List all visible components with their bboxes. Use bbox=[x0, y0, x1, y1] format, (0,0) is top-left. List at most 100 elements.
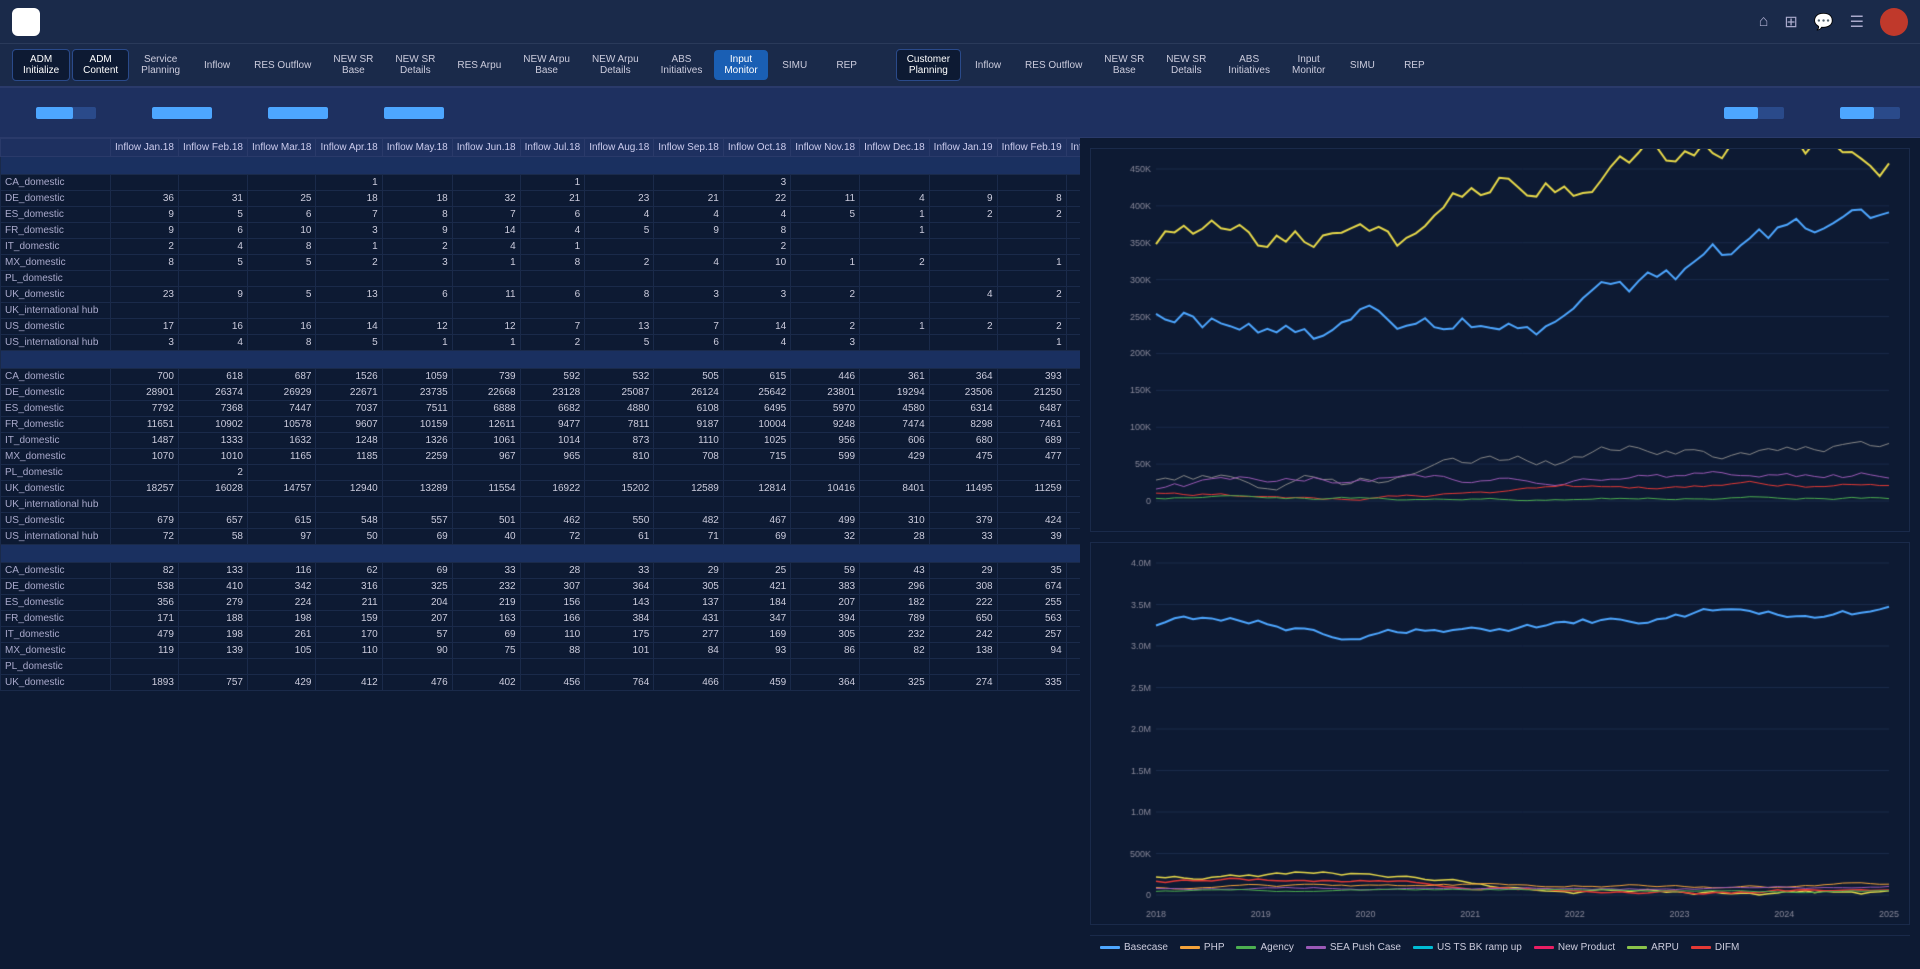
cell-value: 2 bbox=[860, 255, 930, 271]
cell-value: 16 bbox=[178, 319, 247, 335]
nav-abs-initiatives-right[interactable]: ABSInitiatives bbox=[1218, 50, 1280, 80]
nav-input-monitor-right[interactable]: InputMonitor bbox=[1282, 50, 1335, 80]
nav-adm-initialize[interactable]: ADMInitialize bbox=[12, 49, 70, 81]
cell-value: 4 bbox=[585, 207, 654, 223]
legend-label: Agency bbox=[1260, 942, 1293, 953]
status-cc bbox=[368, 107, 444, 119]
cell-value bbox=[316, 303, 382, 319]
legend-color bbox=[1100, 946, 1120, 949]
cell-value bbox=[382, 465, 452, 481]
cell-value: 204 bbox=[382, 595, 452, 611]
cell-value: 12589 bbox=[654, 481, 724, 497]
nav-rep[interactable]: REP bbox=[822, 56, 872, 75]
cell-value: 689 bbox=[997, 433, 1066, 449]
cell-value bbox=[997, 303, 1066, 319]
nav-new-sr-details-right[interactable]: NEW SRDetails bbox=[1156, 50, 1216, 80]
cell-value bbox=[520, 659, 585, 675]
cell-value: 2 bbox=[520, 335, 585, 351]
group-header-row: - PU2 : Cloud VPS bbox=[1, 545, 1081, 563]
table-row: CA_domestic82133116626933283329255943293… bbox=[1, 563, 1081, 579]
table-section[interactable]: Inflow Jan.18Inflow Feb.18Inflow Mar.18I… bbox=[0, 138, 1080, 969]
row-label: ES_domestic bbox=[1, 595, 111, 611]
nav-service-planning[interactable]: ServicePlanning bbox=[131, 50, 190, 80]
cell-value: 170 bbox=[316, 627, 382, 643]
cell-value: 13 bbox=[585, 319, 654, 335]
cell-value: 35 bbox=[997, 563, 1066, 579]
col-header-inflowmar18: Inflow Mar.18 bbox=[247, 139, 315, 157]
cell-value: 255 bbox=[997, 595, 1066, 611]
cell-value: 10 bbox=[247, 223, 315, 239]
cell-value: 207 bbox=[791, 595, 860, 611]
cell-value: 1025 bbox=[723, 433, 790, 449]
cell-value bbox=[452, 175, 520, 191]
cell-value: 477 bbox=[997, 449, 1066, 465]
nav-res-outflow[interactable]: RES Outflow bbox=[244, 56, 321, 75]
nav-inflow-right[interactable]: Inflow bbox=[963, 56, 1013, 75]
cell-value: 84 bbox=[654, 643, 724, 659]
cell-value: 1 bbox=[997, 255, 1066, 271]
cell-value: 4 bbox=[723, 207, 790, 223]
table-row: FR_domestic11651109021057896071015912611… bbox=[1, 417, 1081, 433]
nav-adm-content[interactable]: ADMContent bbox=[72, 49, 129, 81]
cell-value: 5970 bbox=[791, 401, 860, 417]
cell-value bbox=[247, 271, 315, 287]
home-icon[interactable]: ⌂ bbox=[1759, 13, 1769, 31]
cell-value: 5 bbox=[247, 287, 315, 303]
cell-value: 11 bbox=[791, 191, 860, 207]
cell-value: 1333 bbox=[178, 433, 247, 449]
cell-value: 6 bbox=[382, 287, 452, 303]
cell-value: 25642 bbox=[723, 385, 790, 401]
cell-value: 462 bbox=[520, 513, 585, 529]
grid-icon[interactable]: ⊞ bbox=[1784, 12, 1797, 32]
cell-value: 14 bbox=[723, 319, 790, 335]
col-header-inflowsep18: Inflow Sep.18 bbox=[654, 139, 724, 157]
cell-value bbox=[382, 271, 452, 287]
row-label: DE_domestic bbox=[1, 385, 111, 401]
nav-simu[interactable]: SIMU bbox=[770, 56, 820, 75]
menu-icon[interactable]: ☰ bbox=[1850, 12, 1864, 32]
nav-input-monitor[interactable]: InputMonitor bbox=[714, 50, 767, 80]
cell-value bbox=[585, 303, 654, 319]
table-row: UK_international hub bbox=[1, 497, 1081, 513]
col-header-inflowoct18: Inflow Oct.18 bbox=[723, 139, 790, 157]
table-row: DE_domestic53841034231632523230736430542… bbox=[1, 579, 1081, 595]
nav-simu-right[interactable]: SIMU bbox=[1337, 56, 1387, 75]
nav-customer-planning[interactable]: CustomerPlanning bbox=[896, 49, 961, 81]
cell-value: 305 bbox=[791, 627, 860, 643]
cell-value: 410 bbox=[178, 579, 247, 595]
nav-new-sr-details[interactable]: NEW SRDetails bbox=[385, 50, 445, 80]
chat-icon[interactable]: 💬 bbox=[1814, 12, 1834, 32]
cell-value bbox=[654, 175, 724, 191]
table-row: FR_domestic17118819815920716316638443134… bbox=[1, 611, 1081, 627]
cell-value: 739 bbox=[452, 369, 520, 385]
col-header-inflowdec18: Inflow Dec.18 bbox=[860, 139, 930, 157]
cell-value: 8 bbox=[723, 223, 790, 239]
legend-item: Agency bbox=[1236, 942, 1293, 953]
cell-value: 1141 bbox=[1066, 579, 1080, 595]
cell-value bbox=[1066, 303, 1080, 319]
nav-rep-right[interactable]: REP bbox=[1389, 56, 1439, 75]
nav-new-sr-base-right[interactable]: NEW SRBase bbox=[1094, 50, 1154, 80]
cell-value: 75 bbox=[452, 643, 520, 659]
cell-value: 25 bbox=[247, 191, 315, 207]
nav-inflow[interactable]: Inflow bbox=[192, 56, 242, 75]
legend-item: ARPU bbox=[1627, 942, 1679, 953]
nav-res-outflow-right[interactable]: RES Outflow bbox=[1015, 56, 1092, 75]
cell-value: 700 bbox=[111, 369, 179, 385]
table-row: US_international hub3485112564311 bbox=[1, 335, 1081, 351]
nav-abs-initiatives[interactable]: ABSInitiatives bbox=[651, 50, 713, 80]
nav-new-arpu-details[interactable]: NEW ArpuDetails bbox=[582, 50, 649, 80]
cell-value: 9 bbox=[654, 223, 724, 239]
cell-value: 23801 bbox=[791, 385, 860, 401]
cell-value: 550 bbox=[585, 513, 654, 529]
cell-value: 1 bbox=[316, 175, 382, 191]
nav-res-arpu[interactable]: RES Arpu bbox=[447, 56, 511, 75]
cell-value bbox=[178, 303, 247, 319]
nav-new-sr-base[interactable]: NEW SRBase bbox=[323, 50, 383, 80]
cell-value: 1061 bbox=[452, 433, 520, 449]
legend-item: New Product bbox=[1534, 942, 1615, 953]
legend-color bbox=[1306, 946, 1326, 949]
cell-value bbox=[860, 497, 930, 513]
nav-new-arpu-base[interactable]: NEW ArpuBase bbox=[513, 50, 580, 80]
avatar[interactable] bbox=[1880, 8, 1908, 36]
